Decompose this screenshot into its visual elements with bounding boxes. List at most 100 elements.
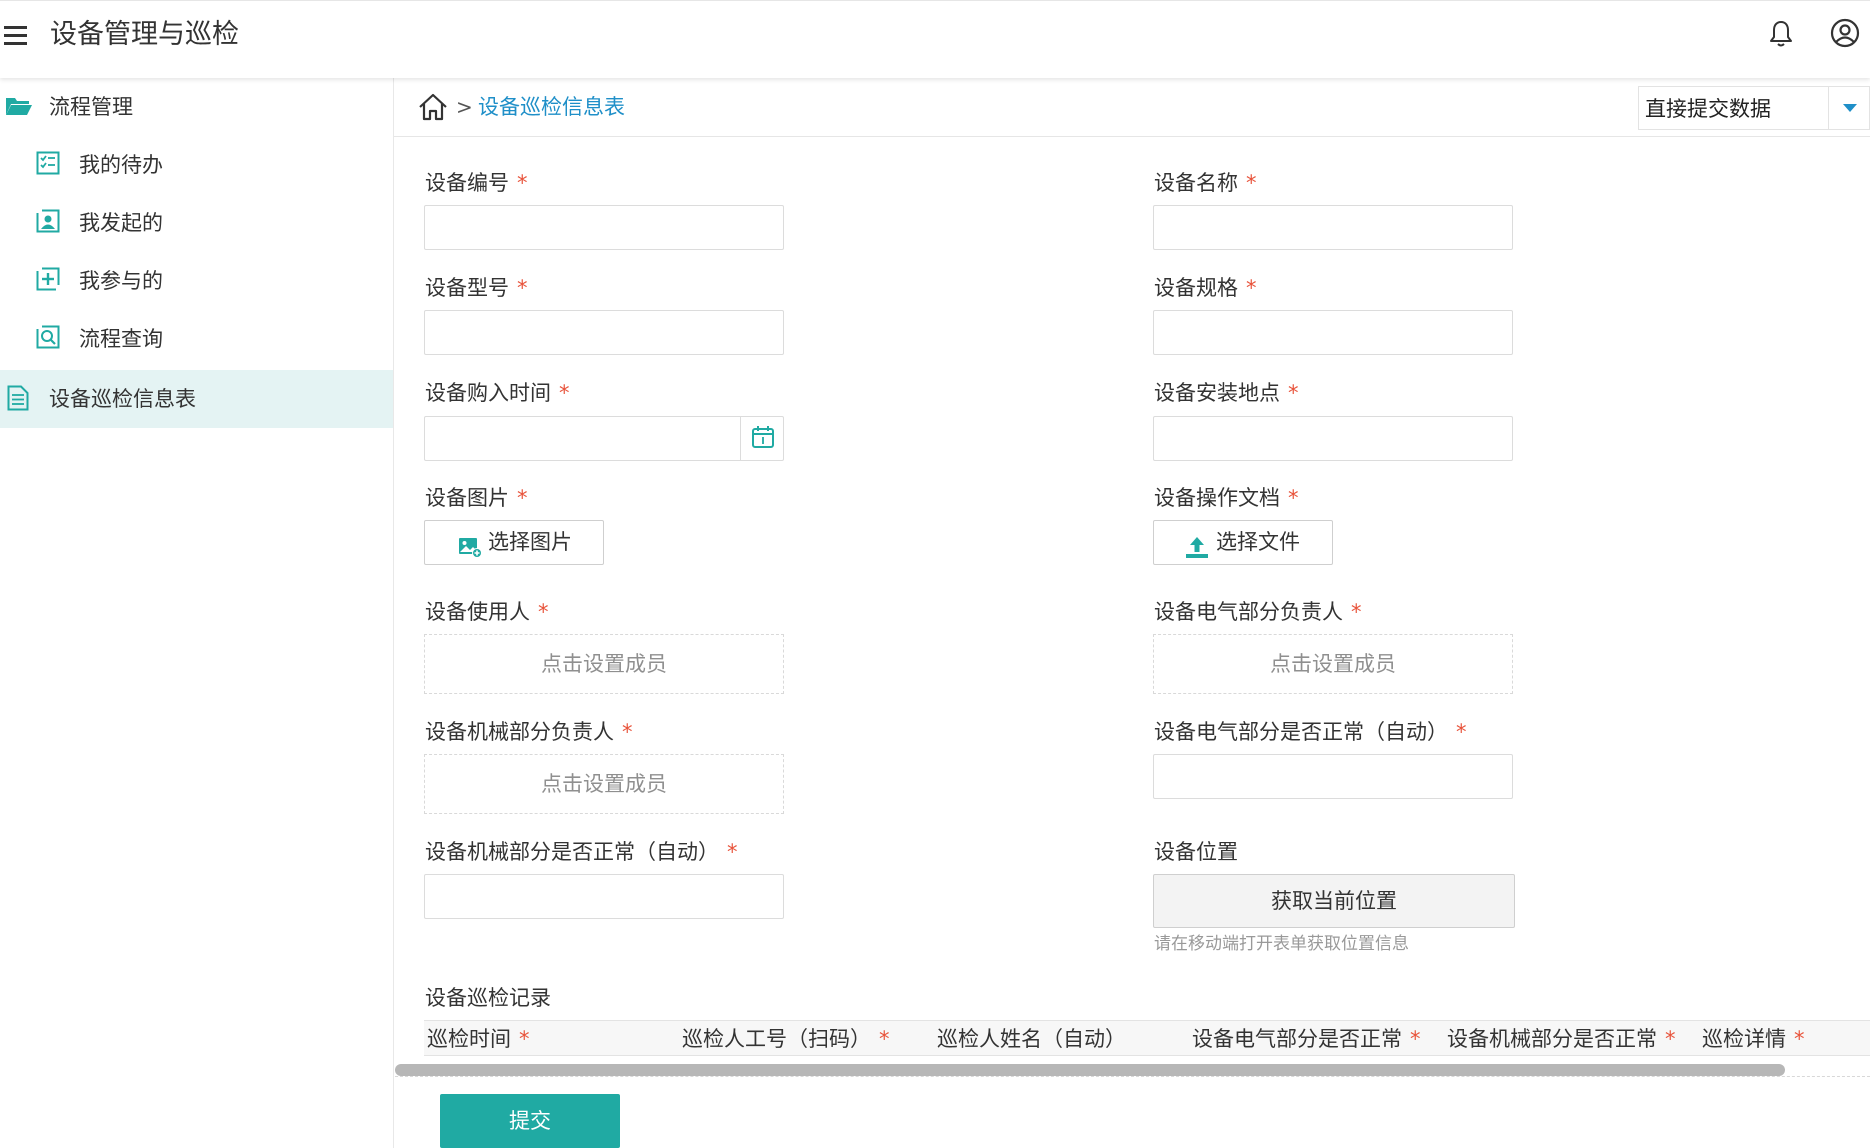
location-hint: 请在移动端打开表单获取位置信息 [1154, 934, 1409, 954]
purchase-date-input[interactable] [424, 416, 784, 461]
home-icon[interactable] [418, 93, 448, 121]
label-text: 设备使用人 [425, 600, 530, 624]
device-user-picker[interactable]: 点击设置成员 [424, 634, 784, 694]
required-mark: * [879, 1027, 890, 1051]
sidebar-item-label: 流程管理 [49, 95, 133, 119]
required-mark: * [1665, 1027, 1676, 1051]
calendar-icon[interactable] [740, 416, 784, 461]
required-mark: * [559, 381, 570, 405]
device-user-label: 设备使用人 * [425, 597, 549, 627]
bell-icon[interactable] [1768, 19, 1794, 49]
electrical-owner-label: 设备电气部分负责人 * [1154, 597, 1362, 627]
user-card-icon [36, 209, 62, 235]
device-image-label: 设备图片 * [425, 483, 528, 513]
required-mark: * [1288, 486, 1299, 510]
inspection-table-header: 巡检时间 * 巡检人工号（扫码） * 巡检人姓名（自动） 设备电气部分是否正常 * 设… [424, 1020, 1870, 1056]
document-icon [7, 385, 33, 411]
column-label: 巡检人姓名（自动） [937, 1027, 1126, 1051]
required-mark: * [1246, 276, 1257, 300]
column-header: 设备电气部分是否正常 * [1192, 1024, 1421, 1054]
plus-square-icon [36, 267, 62, 293]
select-file-label: 选择文件 [1216, 530, 1300, 554]
mechanical-normal-input[interactable] [424, 874, 784, 919]
required-mark: * [519, 1027, 530, 1051]
device-spec-label: 设备规格 * [1154, 273, 1257, 303]
label-text: 设备机械部分是否正常（自动） [425, 840, 719, 864]
column-header: 巡检人姓名（自动） [937, 1024, 1126, 1054]
select-image-button[interactable]: 选择图片 [424, 520, 604, 565]
label-text: 设备编号 [425, 171, 509, 195]
submit-mode-value: 直接提交数据 [1645, 97, 1771, 121]
sidebar-item-label: 我的待办 [79, 153, 163, 177]
column-label: 设备机械部分是否正常 [1447, 1027, 1657, 1051]
user-circle-icon[interactable] [1829, 17, 1861, 49]
column-header: 设备机械部分是否正常 * [1447, 1024, 1676, 1054]
sidebar-item-my-todo[interactable]: 我的待办 [0, 136, 393, 194]
breadcrumb-current[interactable]: 设备巡检信息表 [478, 92, 625, 122]
sidebar-item-label: 我发起的 [79, 211, 163, 235]
column-header: 巡检时间 * [427, 1024, 530, 1054]
label-text: 设备名称 [1154, 171, 1238, 195]
required-mark: * [517, 171, 528, 195]
sidebar-item-process-management[interactable]: 流程管理 [0, 78, 393, 136]
column-label: 设备电气部分是否正常 [1192, 1027, 1402, 1051]
device-no-input[interactable] [424, 205, 784, 250]
device-model-input[interactable] [424, 310, 784, 355]
sidebar-item-label: 流程查询 [79, 327, 163, 351]
column-label: 巡检人工号（扫码） [682, 1027, 871, 1051]
required-mark: * [1456, 720, 1467, 744]
label-text: 设备图片 [425, 486, 509, 510]
label-text: 设备电气部分负责人 [1154, 600, 1343, 624]
sidebar-item-participated[interactable]: 我参与的 [0, 252, 393, 310]
sidebar-item-process-query[interactable]: 流程查询 [0, 310, 393, 368]
label-text: 设备购入时间 [425, 381, 551, 405]
breadcrumb-separator: > [456, 95, 473, 119]
inspection-table-title: 设备巡检记录 [425, 986, 551, 1010]
required-mark: * [1351, 600, 1362, 624]
hamburger-menu-icon[interactable] [4, 23, 30, 47]
device-model-label: 设备型号 * [425, 273, 528, 303]
upload-icon [1185, 531, 1209, 558]
required-mark: * [727, 840, 738, 864]
column-header: 巡检详情 * [1702, 1024, 1805, 1054]
electrical-normal-label: 设备电气部分是否正常（自动） * [1154, 717, 1467, 747]
horizontal-scrollbar-thumb[interactable] [395, 1064, 1785, 1076]
select-file-button[interactable]: 选择文件 [1153, 520, 1333, 565]
top-bar: 设备管理与巡检 [0, 0, 1870, 78]
install-location-input[interactable] [1153, 416, 1513, 461]
submit-button[interactable]: 提交 [440, 1094, 620, 1148]
required-mark: * [1288, 381, 1299, 405]
label-text: 设备安装地点 [1154, 381, 1280, 405]
checklist-icon [36, 151, 62, 177]
search-document-icon [36, 325, 62, 351]
device-spec-input[interactable] [1153, 310, 1513, 355]
chevron-down-icon [1843, 104, 1857, 112]
label-text: 设备机械部分负责人 [425, 720, 614, 744]
sidebar: 流程管理 我的待办 我发起的 我参与的 流程查询 设备巡检信息表 [0, 78, 394, 1148]
required-mark: * [1794, 1027, 1805, 1051]
required-mark: * [1410, 1027, 1421, 1051]
sidebar-item-initiated-by-me[interactable]: 我发起的 [0, 194, 393, 252]
required-mark: * [1246, 171, 1257, 195]
purchase-date-label: 设备购入时间 * [425, 378, 570, 408]
mechanical-owner-picker[interactable]: 点击设置成员 [424, 754, 784, 814]
sidebar-item-label: 设备巡检信息表 [49, 387, 196, 411]
breadcrumb: > 设备巡检信息表 直接提交数据 [394, 78, 1870, 137]
device-name-input[interactable] [1153, 205, 1513, 250]
install-location-label: 设备安装地点 * [1154, 378, 1299, 408]
electrical-owner-picker[interactable]: 点击设置成员 [1153, 634, 1513, 694]
get-location-button[interactable]: 获取当前位置 [1153, 874, 1515, 928]
device-no-label: 设备编号 * [425, 168, 528, 198]
required-mark: * [538, 600, 549, 624]
device-position-label: 设备位置 [1154, 840, 1238, 864]
label-text: 设备电气部分是否正常（自动） [1154, 720, 1448, 744]
operation-doc-label: 设备操作文档 * [1154, 483, 1299, 513]
mechanical-owner-label: 设备机械部分负责人 * [425, 717, 633, 747]
select-image-label: 选择图片 [488, 530, 572, 554]
required-mark: * [517, 486, 528, 510]
sidebar-item-label: 我参与的 [79, 269, 163, 293]
label-text: 设备规格 [1154, 276, 1238, 300]
sidebar-item-inspection-form[interactable]: 设备巡检信息表 [0, 370, 393, 428]
electrical-normal-input[interactable] [1153, 754, 1513, 799]
submit-mode-select[interactable]: 直接提交数据 [1638, 86, 1870, 130]
